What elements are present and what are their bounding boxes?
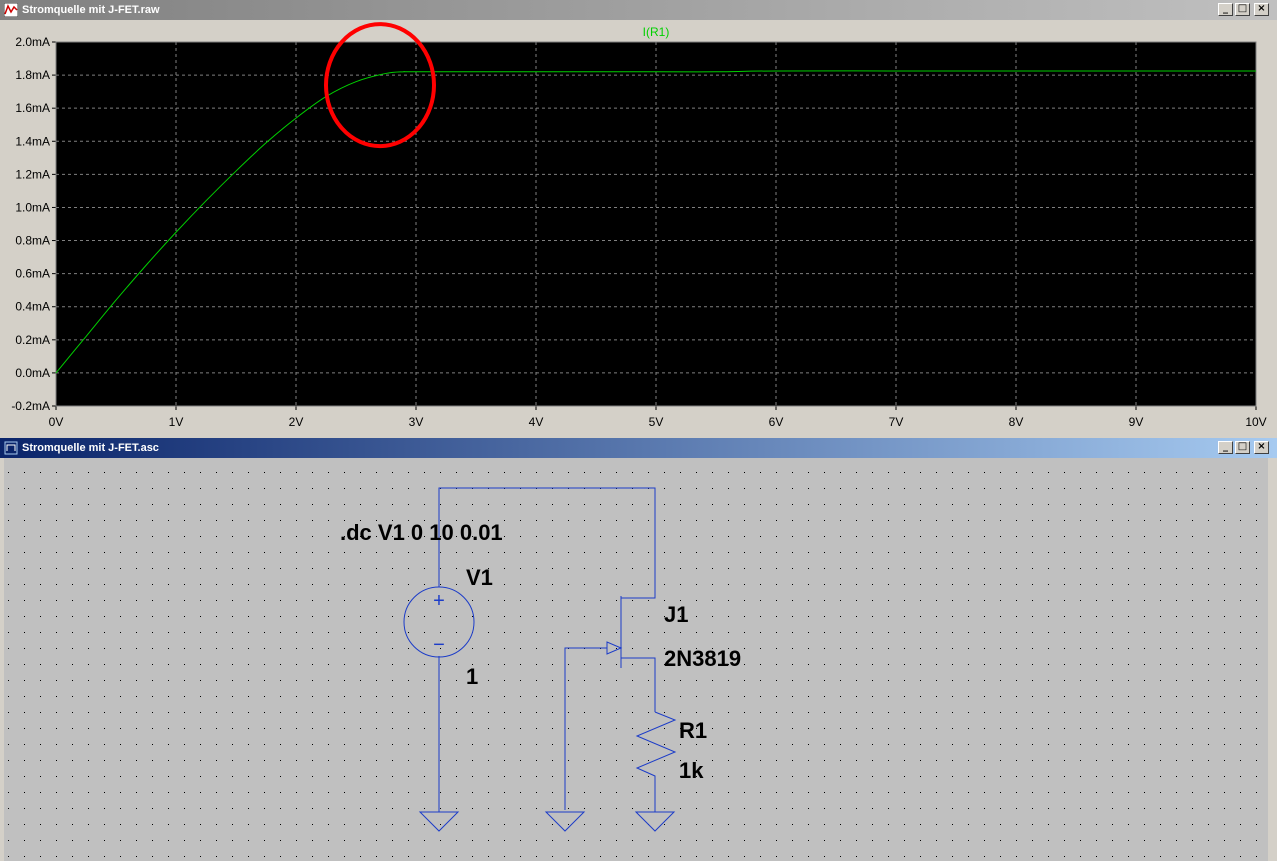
y-tick-label: 1.4mA xyxy=(15,134,50,148)
x-tick-label: 5V xyxy=(649,415,664,429)
x-tick-label: 2V xyxy=(289,415,304,429)
x-tick-label: 0V xyxy=(49,415,64,429)
schematic-window-controls: _ □ × xyxy=(1218,441,1269,454)
r1-label[interactable]: R1 xyxy=(679,718,707,743)
plot-window-title: Stromquelle mit J-FET.raw xyxy=(22,4,160,16)
waveform-plot[interactable]: -0.2mA 0.0mA 0.2mA 0.4mA 0.6mA 0.8mA 1.0mA 1.2m… xyxy=(0,20,1277,434)
x-tick-label: 6V xyxy=(769,415,784,429)
schematic-app-icon xyxy=(4,441,18,455)
schematic-canvas[interactable]: .dc V1 0 10 0.01 V1 1 J1 2N3819 R1 1k + … xyxy=(0,458,1277,861)
y-tick-label: 1.6mA xyxy=(15,101,50,115)
plot-window-controls: _ □ × xyxy=(1218,3,1269,16)
schematic-window: Stromquelle mit J-FET.asc _ □ × .dc V1 0… xyxy=(0,438,1277,861)
y-tick-label: 0.0mA xyxy=(15,366,50,380)
x-tick-label: 10V xyxy=(1245,415,1266,429)
v1-value[interactable]: 1 xyxy=(466,664,478,689)
j1-label[interactable]: J1 xyxy=(664,602,688,627)
waveform-app-icon xyxy=(4,3,18,17)
y-tick-label: 1.2mA xyxy=(15,167,50,181)
x-tick-label: 1V xyxy=(169,415,184,429)
y-tick-label: 2.0mA xyxy=(15,35,50,49)
y-tick-label: 0.2mA xyxy=(15,333,50,347)
x-tick-label: 8V xyxy=(1009,415,1024,429)
dc-sweep-directive[interactable]: .dc V1 0 10 0.01 xyxy=(340,520,503,545)
y-tick-label: 0.4mA xyxy=(15,300,50,314)
schematic-window-titlebar[interactable]: Stromquelle mit J-FET.asc _ □ × xyxy=(0,438,1277,458)
x-axis-ticks: 0V 1V 2V 3V 4V 5V 6V 7V 8V 9V 10V xyxy=(49,406,1267,429)
y-tick-label: -0.2mA xyxy=(11,399,50,413)
x-tick-label: 7V xyxy=(889,415,904,429)
schematic-dot-grid xyxy=(4,458,1268,861)
v1-minus-sign: − xyxy=(433,634,445,656)
j1-model[interactable]: 2N3819 xyxy=(664,646,741,671)
y-tick-label: 1.8mA xyxy=(15,68,50,82)
legend-i-r1[interactable]: I(R1) xyxy=(643,25,670,39)
v1-label[interactable]: V1 xyxy=(466,565,493,590)
maximize-button[interactable]: □ xyxy=(1235,3,1250,16)
maximize-button[interactable]: □ xyxy=(1235,441,1250,454)
window-frame-right xyxy=(1268,458,1277,861)
plot-window: Stromquelle mit J-FET.raw _ □ × -0.2mA 0.… xyxy=(0,0,1277,434)
minimize-button[interactable]: _ xyxy=(1218,3,1233,16)
v1-plus-sign: + xyxy=(433,590,445,612)
x-tick-label: 9V xyxy=(1129,415,1144,429)
y-tick-label: 0.6mA xyxy=(15,267,50,281)
y-tick-label: 1.0mA xyxy=(15,200,50,214)
schematic-window-title: Stromquelle mit J-FET.asc xyxy=(22,442,159,454)
r1-value[interactable]: 1k xyxy=(679,758,704,783)
close-button[interactable]: × xyxy=(1254,3,1269,16)
x-tick-label: 4V xyxy=(529,415,544,429)
minimize-button[interactable]: _ xyxy=(1218,441,1233,454)
y-tick-label: 0.8mA xyxy=(15,234,50,248)
y-axis-ticks: -0.2mA 0.0mA 0.2mA 0.4mA 0.6mA 0.8mA 1.0mA 1.2m… xyxy=(11,35,56,413)
plot-window-titlebar[interactable]: Stromquelle mit J-FET.raw _ □ × xyxy=(0,0,1277,20)
close-button[interactable]: × xyxy=(1254,441,1269,454)
x-tick-label: 3V xyxy=(409,415,424,429)
